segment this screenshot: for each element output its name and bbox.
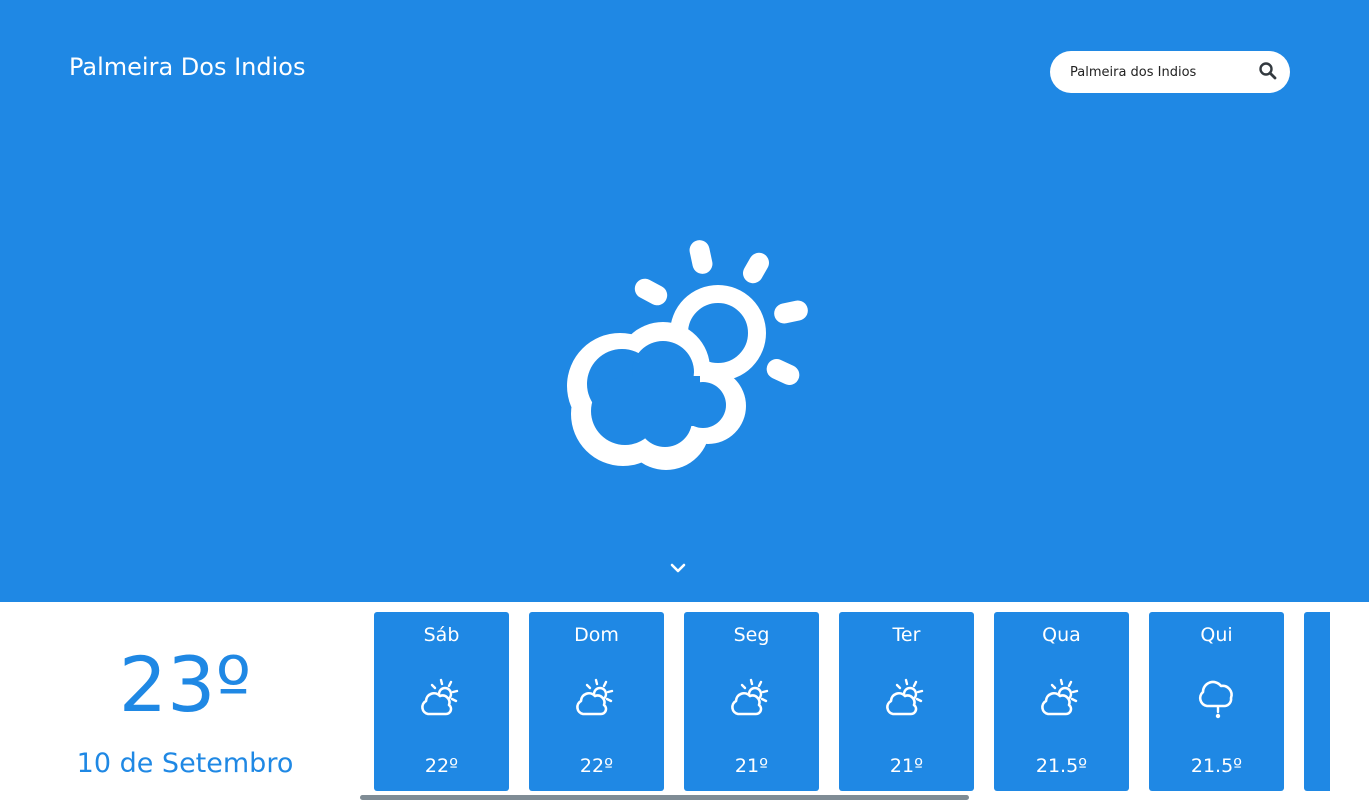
forecast-day: Seg xyxy=(733,624,770,646)
forecast-temp: 22º xyxy=(424,755,459,777)
search-icon[interactable] xyxy=(1258,61,1278,81)
partly-cloudy-icon xyxy=(576,678,614,716)
city-title: Palmeira Dos Indios xyxy=(69,53,306,81)
forecast-card[interactable]: Sáb 22º xyxy=(374,612,509,791)
partly-cloudy-icon xyxy=(731,678,769,716)
forecast-card[interactable]: Ter 21º xyxy=(839,612,974,791)
forecast-card[interactable]: Dom 22º xyxy=(529,612,664,791)
forecast-temp: 21.5º xyxy=(1190,755,1243,777)
drizzle-icon xyxy=(1198,680,1233,719)
forecast-day: Dom xyxy=(574,624,619,646)
forecast-card[interactable]: Qui 21.5º xyxy=(1149,612,1284,791)
partly-cloudy-icon xyxy=(421,678,459,716)
forecast-temp: 22º xyxy=(579,755,614,777)
forecast-card[interactable]: Seg 21º xyxy=(684,612,819,791)
forecast-day: Sáb xyxy=(423,624,460,646)
forecast-day: Qua xyxy=(1042,624,1081,646)
partly-cloudy-icon xyxy=(886,678,924,716)
partly-cloudy-icon xyxy=(567,240,808,470)
partly-cloudy-icon xyxy=(1041,678,1079,716)
forecast-temp: 21º xyxy=(734,755,769,777)
forecast-temp: 21.5º xyxy=(1035,755,1088,777)
forecast-card[interactable]: Qua 21.5º xyxy=(994,612,1129,791)
forecast-temp: 21º xyxy=(889,755,924,777)
forecast-day: Ter xyxy=(892,624,921,646)
chevron-down-icon[interactable] xyxy=(666,558,690,578)
search-bar xyxy=(1050,51,1290,93)
forecast-day: Qui xyxy=(1200,624,1233,646)
current-temperature: 23º xyxy=(118,640,252,729)
forecast-card-partial[interactable] xyxy=(1304,612,1330,791)
search-input[interactable] xyxy=(1070,61,1250,83)
forecast-scrollbar[interactable] xyxy=(360,795,969,800)
current-date: 10 de Setembro xyxy=(76,748,294,779)
